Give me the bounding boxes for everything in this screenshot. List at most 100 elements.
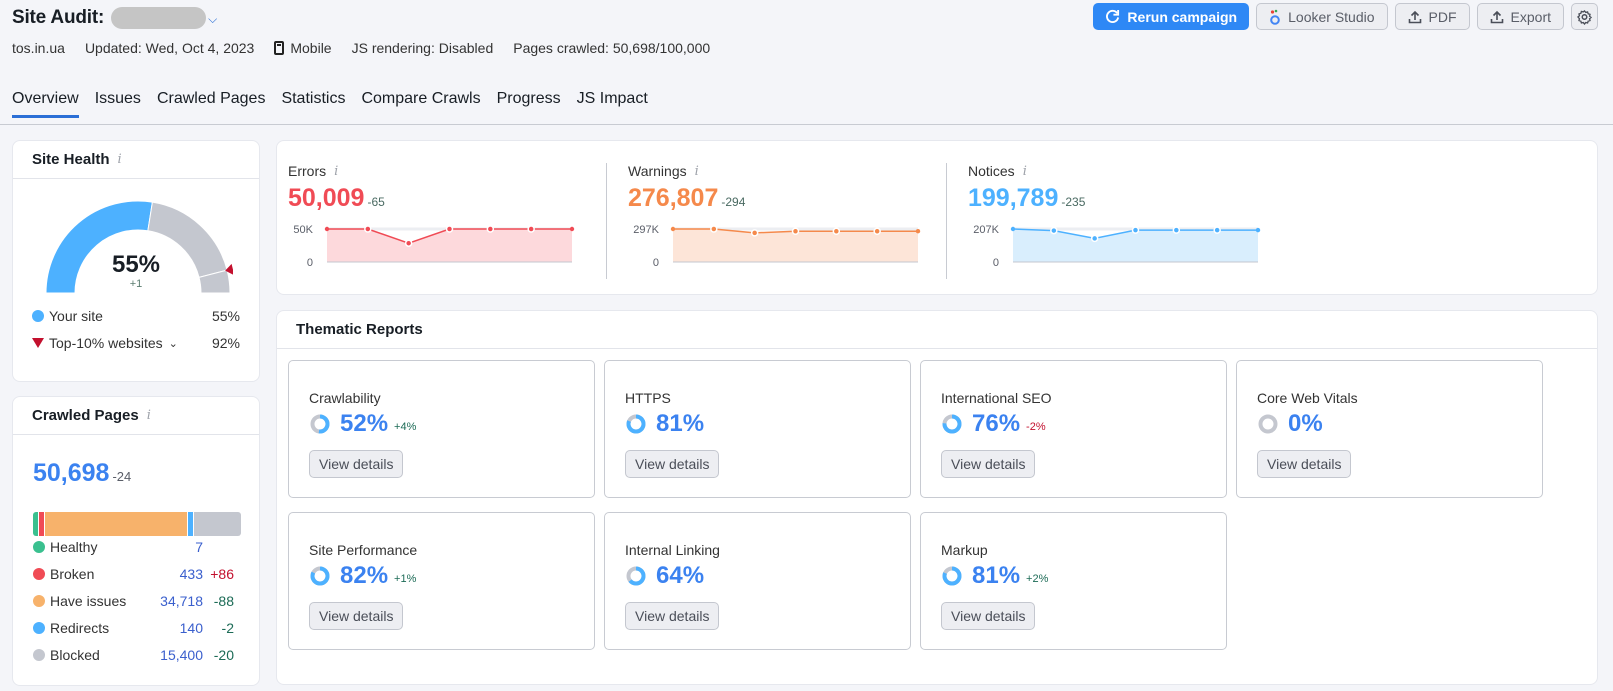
mobile-icon: [274, 41, 285, 55]
view-details-button[interactable]: View details: [625, 450, 720, 478]
crawled-pages-row-have-issues[interactable]: Have issues 34,718 -88: [33, 593, 234, 609]
score-donut-icon: [626, 414, 646, 434]
chevron-down-icon[interactable]: ⌵: [208, 12, 217, 27]
row-value[interactable]: 433: [180, 566, 203, 582]
sparkline-point[interactable]: [915, 229, 921, 234]
crawled-pages-card: Crawled Pages i 50,698 -24 Healthy 7 Broken…: [12, 396, 260, 686]
crawled-pages-bar: [33, 512, 241, 536]
tab-crawled-pages[interactable]: Crawled Pages: [157, 90, 266, 118]
metric-delta: -65: [367, 195, 385, 209]
gear-icon: [1577, 9, 1592, 25]
sparkline-point[interactable]: [527, 225, 535, 233]
looker-studio-button[interactable]: Looker Studio: [1256, 3, 1388, 30]
thematic-report-crawlability: Crawlability 52% +4% View details: [288, 360, 595, 498]
metric-notices: Notices i 199,789 -235 207K 0: [946, 141, 1268, 291]
info-icon[interactable]: i: [334, 164, 338, 179]
view-details-button[interactable]: View details: [941, 450, 1036, 478]
chevron-down-icon[interactable]: ⌄: [169, 337, 178, 350]
info-icon[interactable]: i: [118, 152, 122, 167]
tab-progress[interactable]: Progress: [497, 90, 561, 118]
view-details-button[interactable]: View details: [941, 602, 1036, 630]
sparkline-point[interactable]: [710, 225, 718, 233]
status-dot-icon: [33, 568, 45, 580]
sparkline-point[interactable]: [832, 227, 841, 235]
bar-segment-broken[interactable]: [38, 512, 44, 536]
row-value[interactable]: 140: [180, 620, 203, 636]
row-value[interactable]: 15,400: [160, 647, 203, 663]
sparkline-area: [327, 229, 572, 262]
sparkline-point[interactable]: [750, 229, 759, 237]
metric-errors: Errors i 50,009 -65 50K 0: [288, 141, 588, 291]
looker-studio-label: Looker Studio: [1288, 8, 1375, 25]
row-label: Broken: [50, 566, 95, 582]
thematic-report-https: HTTPS 81% View details: [604, 360, 911, 498]
metric-value[interactable]: 50,009 -65: [288, 184, 385, 213]
sparkline-point[interactable]: [364, 225, 372, 233]
sparkline-point[interactable]: [404, 239, 413, 247]
row-label: Blocked: [50, 647, 100, 663]
bar-segment-blocked[interactable]: [194, 512, 241, 536]
row-delta: -2: [221, 620, 234, 636]
pdf-button[interactable]: PDF: [1394, 3, 1470, 30]
metric-value[interactable]: 199,789 -235: [968, 184, 1085, 213]
row-value[interactable]: 34,718: [160, 593, 203, 609]
sparkline-point[interactable]: [1213, 226, 1221, 234]
sparkline-point[interactable]: [1050, 226, 1058, 235]
view-details-button[interactable]: View details: [1257, 450, 1352, 478]
sparkline-point[interactable]: [873, 227, 881, 235]
metric-value-text: 199,789: [968, 184, 1059, 212]
crawled-pages-total[interactable]: 50,698 -24: [33, 459, 131, 488]
settings-button[interactable]: [1571, 3, 1598, 30]
sparkline-point[interactable]: [1131, 226, 1140, 234]
sparkline-point[interactable]: [670, 226, 676, 232]
top10-marker-icon: [32, 338, 44, 348]
report-score: 76% -2%: [941, 410, 1046, 438]
status-dot-icon: [33, 622, 45, 634]
info-icon[interactable]: i: [1023, 164, 1027, 179]
export-button[interactable]: Export: [1476, 3, 1564, 30]
row-delta: -88: [213, 593, 234, 609]
row-label: Healthy: [50, 539, 98, 555]
metric-value[interactable]: 276,807 -294: [628, 184, 745, 213]
sparkline-point[interactable]: [1090, 234, 1099, 243]
row-value[interactable]: 7: [195, 539, 203, 555]
crawled-pages-row-redirects[interactable]: Redirects 140 -2: [33, 620, 234, 636]
view-details-button[interactable]: View details: [625, 602, 720, 630]
bar-segment-have-issues[interactable]: [44, 512, 188, 536]
thematic-report-site-performance: Site Performance 82% +1% View details: [288, 512, 595, 650]
sparkline-point[interactable]: [486, 225, 495, 233]
bar-segment-redirects[interactable]: [188, 512, 194, 536]
tab-issues[interactable]: Issues: [95, 90, 141, 118]
updated-date: Updated: Wed, Oct 4, 2023: [84, 40, 255, 56]
crawled-pages-row-broken[interactable]: Broken 433 +86: [33, 566, 234, 582]
thematic-report-international-seo: International SEO 76% -2% View details: [920, 360, 1227, 498]
view-details-button[interactable]: View details: [309, 602, 404, 630]
sparkline-point[interactable]: [1010, 226, 1016, 232]
sparkline-point[interactable]: [1172, 226, 1181, 234]
view-details-button[interactable]: View details: [309, 450, 404, 478]
sparkline-point[interactable]: [445, 225, 454, 233]
crawled-pages-row-healthy[interactable]: Healthy 7: [33, 539, 233, 555]
project-selector[interactable]: [111, 7, 207, 29]
sparkline-point[interactable]: [791, 227, 800, 235]
tab-js-impact[interactable]: JS Impact: [577, 90, 648, 118]
js-rendering-status: JS rendering: Disabled: [351, 40, 494, 56]
report-percent: 82%: [340, 562, 389, 589]
sparkline-point[interactable]: [569, 226, 575, 232]
info-icon[interactable]: i: [147, 408, 151, 423]
bar-segment-healthy[interactable]: [33, 512, 38, 536]
crawled-pages-row-blocked[interactable]: Blocked 15,400 -20: [33, 647, 234, 663]
sparkline-point[interactable]: [1255, 227, 1261, 233]
tab-overview[interactable]: Overview: [12, 90, 79, 118]
sparkline-point[interactable]: [324, 226, 330, 232]
tab-compare-crawls[interactable]: Compare Crawls: [361, 90, 480, 118]
metric-label: Warnings i: [628, 163, 699, 179]
your-site-dot-icon: [32, 310, 44, 322]
legend-top10[interactable]: Top-10% websites ⌄ 92%: [32, 335, 240, 351]
crawled-pages-header: Crawled Pages i: [13, 397, 259, 435]
report-change: +4%: [394, 421, 417, 433]
tab-statistics[interactable]: Statistics: [281, 90, 345, 118]
info-icon[interactable]: i: [695, 164, 699, 179]
looker-studio-icon: [1270, 9, 1280, 25]
rerun-campaign-button[interactable]: Rerun campaign: [1093, 3, 1250, 30]
